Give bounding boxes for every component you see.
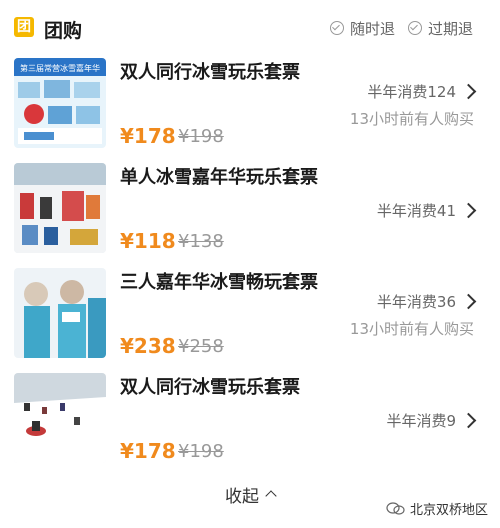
watermark: 北京双桥地区 bbox=[386, 499, 488, 518]
deal-title: 三人嘉年华冰雪畅玩套票 bbox=[120, 272, 318, 293]
deal-price: ¥238 bbox=[120, 334, 176, 358]
check-circle-icon bbox=[330, 21, 344, 35]
deal-item[interactable]: 三人嘉年华冰雪畅玩套票 半年消费36 13小时前有人购买 ¥238 ¥258 bbox=[0, 268, 500, 376]
chevron-right-icon[interactable] bbox=[460, 202, 477, 219]
deal-thumbnail bbox=[14, 373, 106, 463]
deal-title: 双人同行冰雪玩乐套票 bbox=[120, 62, 300, 83]
deal-sales-count: 半年消费9 bbox=[386, 412, 456, 430]
deal-sales-count: 半年消费36 bbox=[376, 293, 456, 311]
deal-sales-count: 半年消费41 bbox=[376, 202, 456, 220]
recent-purchase-note: 13小时前有人购买 bbox=[349, 110, 474, 128]
deal-original-price: ¥138 bbox=[178, 231, 224, 252]
deal-item[interactable]: 单人冰雪嘉年华玩乐套票 半年消费41 ¥118 ¥138 bbox=[0, 163, 500, 271]
deal-price: ¥178 bbox=[120, 124, 176, 148]
refund-expired-tag: 过期退 bbox=[408, 19, 474, 38]
deal-title: 单人冰雪嘉年华玩乐套票 bbox=[120, 167, 318, 188]
deal-item[interactable]: 第三届常营冰雪嘉年华 双人同行冰雪玩乐套票 半年消费124 13小时前有人购买 … bbox=[0, 58, 500, 166]
chevron-up-icon bbox=[265, 490, 277, 502]
recent-purchase-note: 13小时前有人购买 bbox=[349, 320, 474, 338]
deal-sales-count: 半年消费124 bbox=[367, 83, 456, 101]
refund-anytime-tag: 随时退 bbox=[330, 19, 396, 38]
refund-expired-label: 过期退 bbox=[428, 19, 474, 38]
watermark-text: 北京双桥地区 bbox=[409, 503, 488, 518]
wechat-icon bbox=[386, 501, 405, 515]
deal-title: 双人同行冰雪玩乐套票 bbox=[120, 377, 300, 398]
deal-item[interactable]: 双人同行冰雪玩乐套票 半年消费9 ¥178 ¥198 bbox=[0, 373, 500, 481]
chevron-right-icon[interactable] bbox=[460, 293, 477, 310]
deal-price: ¥118 bbox=[120, 229, 176, 253]
section-title: 团购 bbox=[44, 20, 83, 42]
chevron-right-icon[interactable] bbox=[460, 83, 477, 100]
refund-anytime-label: 随时退 bbox=[350, 19, 396, 38]
deal-original-price: ¥258 bbox=[178, 336, 224, 357]
deal-original-price: ¥198 bbox=[178, 441, 224, 462]
deal-price: ¥178 bbox=[120, 439, 176, 463]
thumb-caption: 第三届常营冰雪嘉年华 bbox=[20, 63, 100, 73]
deal-original-price: ¥198 bbox=[178, 126, 224, 147]
deal-thumbnail: 第三届常营冰雪嘉年华 bbox=[14, 58, 106, 148]
deal-thumbnail bbox=[14, 163, 106, 253]
check-circle-icon bbox=[408, 21, 422, 35]
group-buy-header: 团 团购 随时退 过期退 bbox=[0, 0, 500, 58]
group-buy-badge-icon: 团 bbox=[14, 17, 34, 37]
chevron-right-icon[interactable] bbox=[460, 412, 477, 429]
collapse-label: 收起 bbox=[225, 487, 259, 507]
deal-thumbnail bbox=[14, 268, 106, 358]
